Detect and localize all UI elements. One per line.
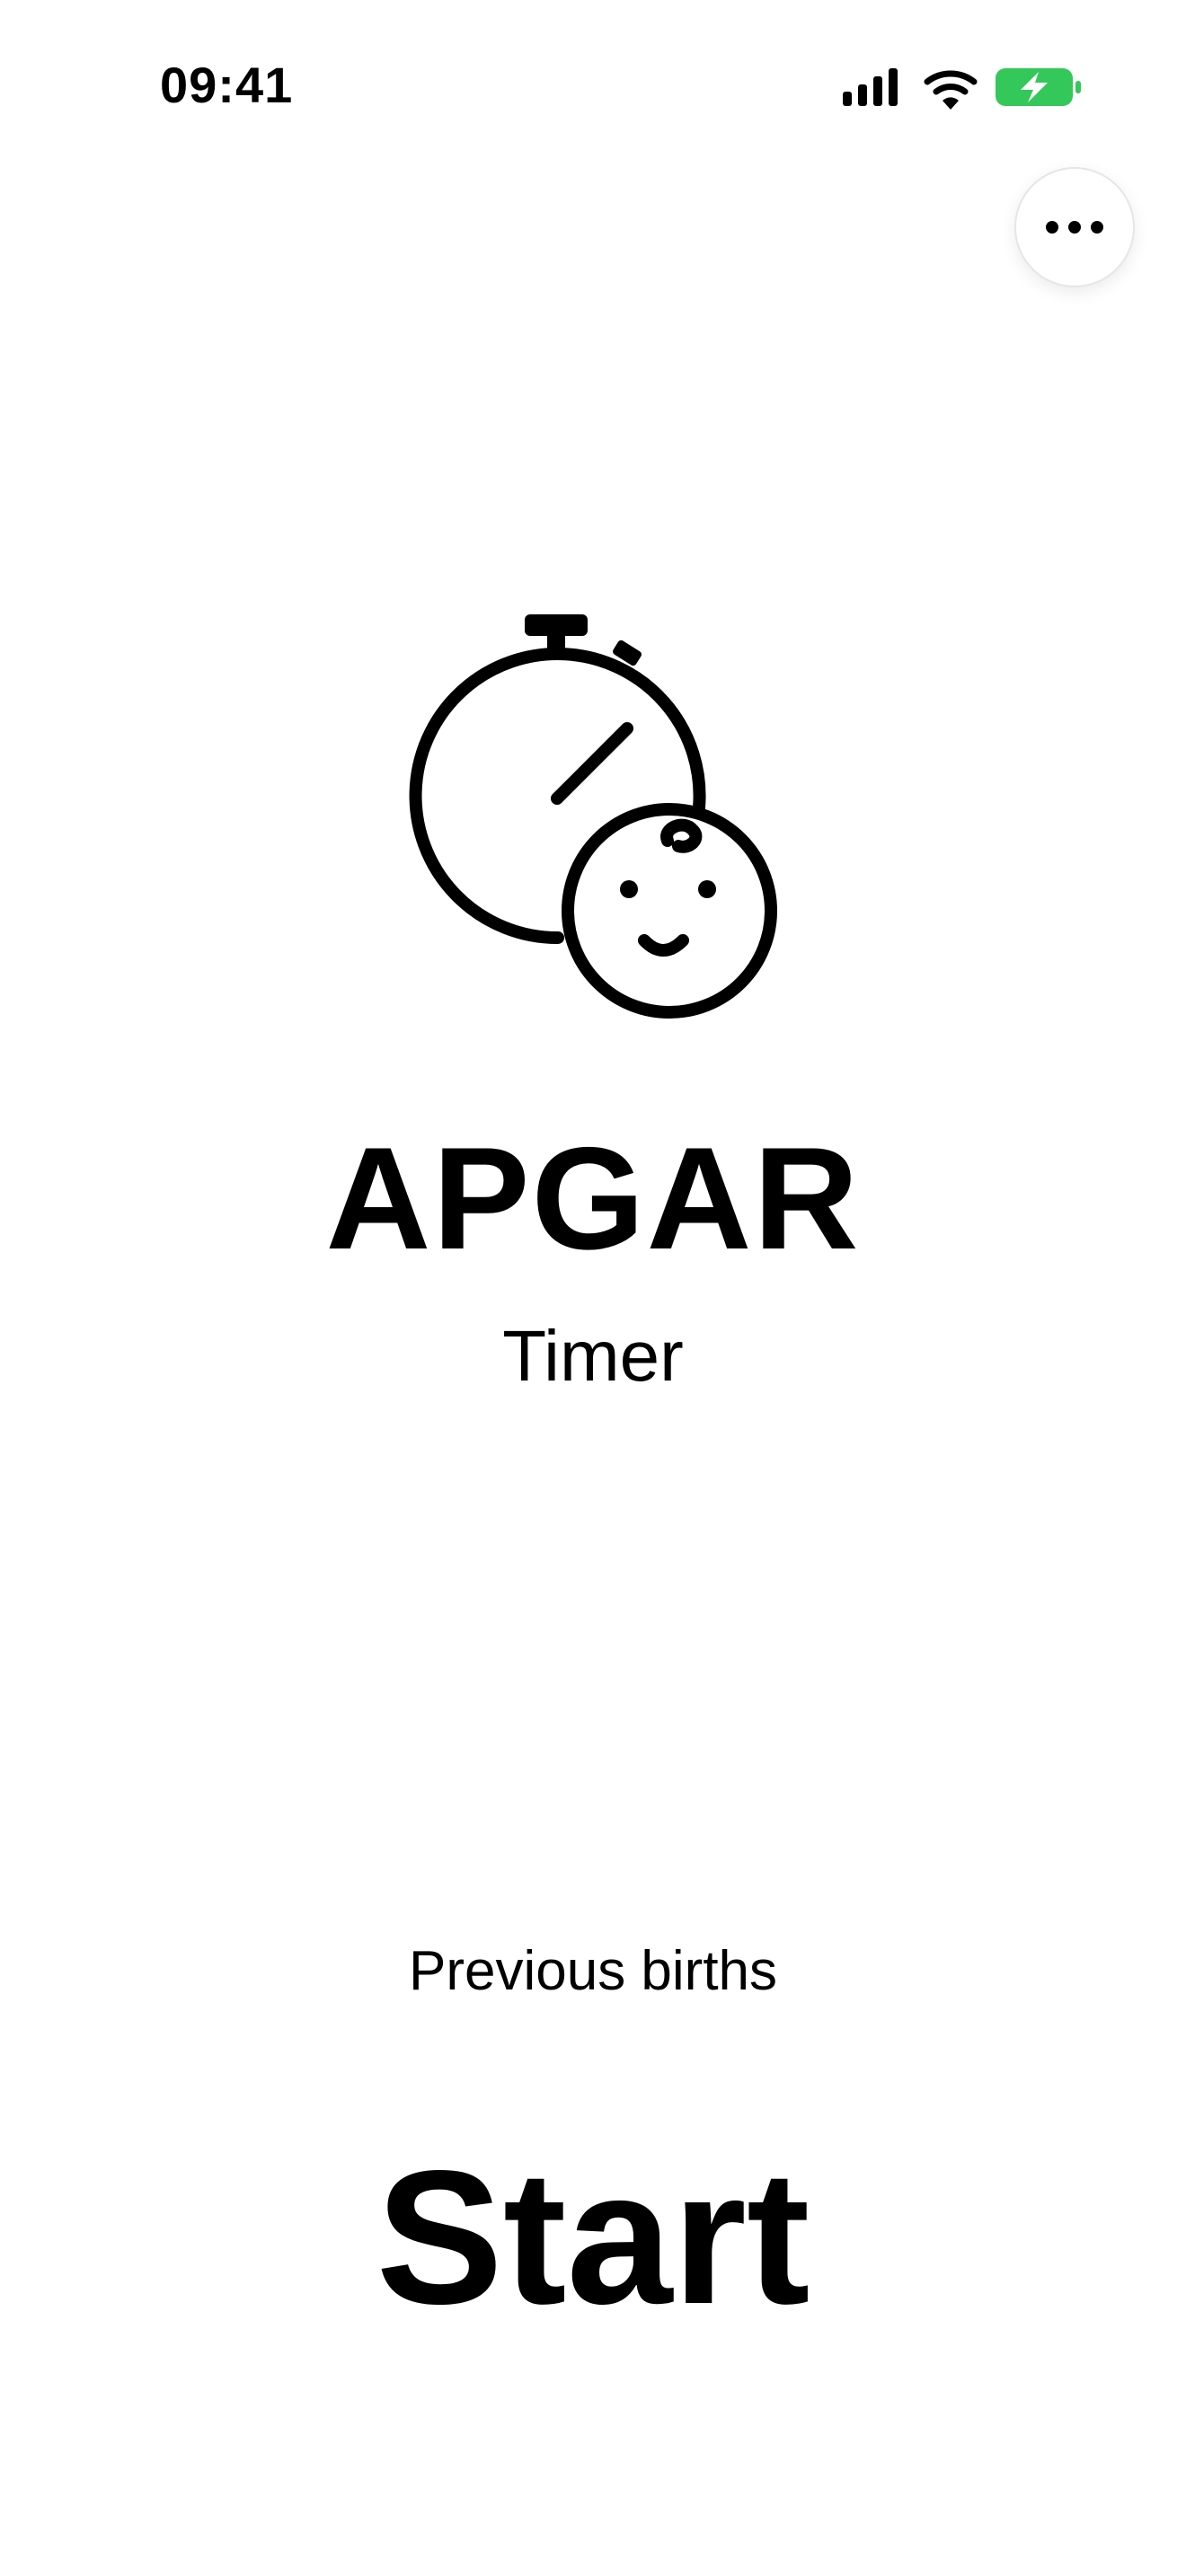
status-bar: 09:41 [0, 0, 1186, 171]
app-subtitle: Timer [502, 1316, 684, 1396]
battery-charging-icon [996, 68, 1081, 106]
wifi-icon [924, 70, 978, 110]
ellipsis-icon [1046, 221, 1103, 234]
status-time: 09:41 [160, 57, 294, 113]
signal-icon [843, 68, 898, 106]
stopwatch-baby-icon [409, 614, 777, 1019]
more-options-button[interactable] [1014, 167, 1135, 287]
status-icons [843, 68, 1081, 110]
start-button[interactable]: Start [279, 2129, 907, 2344]
app-title: APGAR [325, 1117, 861, 1280]
previous-births-link[interactable]: Previous births [323, 1931, 863, 2012]
